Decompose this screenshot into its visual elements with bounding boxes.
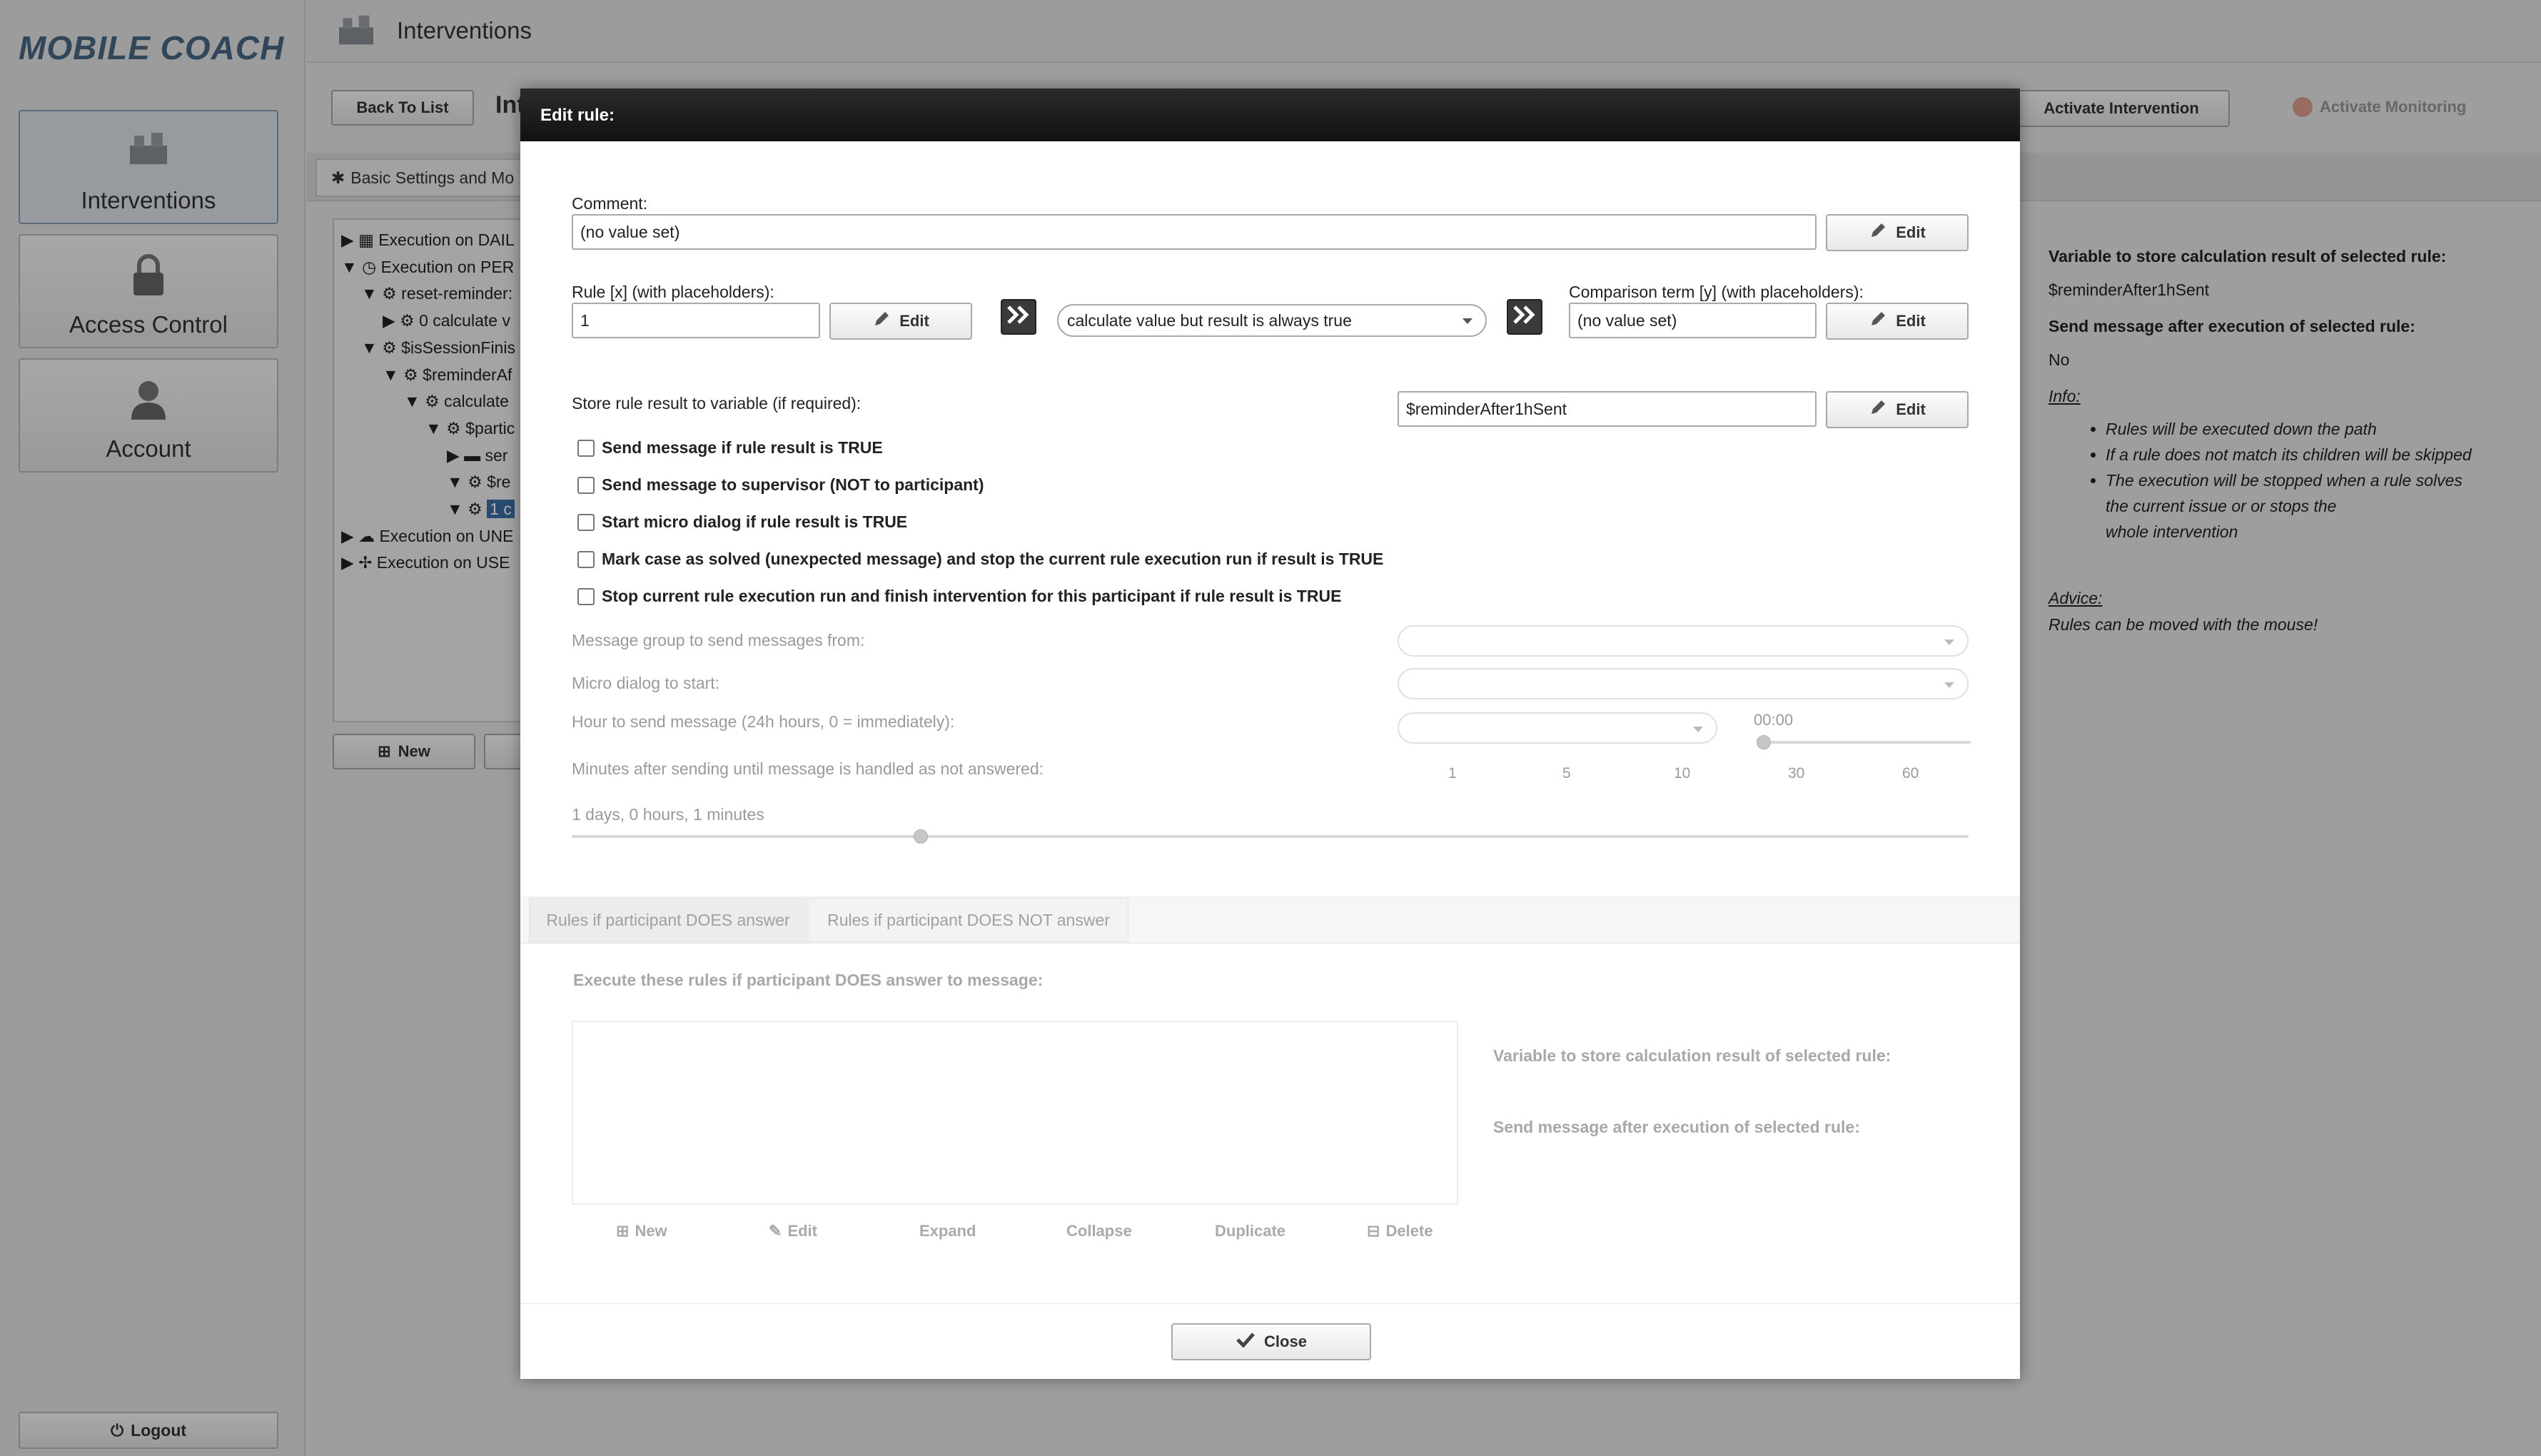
sub-var-label: Variable to store calculation result of …: [1493, 1046, 1891, 1065]
comment-edit-button[interactable]: Edit: [1826, 214, 1969, 251]
send-to-supervisor-checkbox[interactable]: Send message to supervisor (NOT to parti…: [577, 475, 984, 495]
duration-slider-track[interactable]: [572, 835, 1969, 838]
minute-tick[interactable]: 60: [1902, 765, 1919, 782]
rule-edit-button[interactable]: Edit: [829, 303, 972, 340]
chevron-down-icon: [1693, 727, 1703, 732]
pencil-icon: [1869, 310, 1887, 333]
insert-comparison-arrow-button[interactable]: [1507, 299, 1542, 335]
chevron-down-icon: [1944, 682, 1954, 688]
edit-rule-dialog: Edit rule: Comment: (no value set) Edit …: [520, 89, 2020, 1379]
chevron-down-icon: [1463, 318, 1472, 324]
comment-label: Comment:: [572, 194, 648, 213]
tab-does-not-answer[interactable]: Rules if participant DOES NOT answer: [809, 898, 1128, 942]
checkmark-icon: [1236, 1332, 1256, 1352]
duration-slider-handle[interactable]: [914, 829, 929, 844]
tab-does-answer[interactable]: Rules if participant DOES answer: [529, 898, 807, 942]
pencil-icon: [872, 310, 891, 333]
micro-dialog-label: Micro dialog to start:: [572, 674, 720, 692]
minutes-label: Minutes after sending until message is h…: [572, 759, 1044, 778]
hour-label: Hour to send message (24h hours, 0 = imm…: [572, 712, 955, 731]
hour-slider-track[interactable]: [1757, 741, 1971, 744]
sub-duplicate-button[interactable]: Duplicate: [1215, 1222, 1285, 1240]
sub-collapse-button[interactable]: Collapse: [1066, 1222, 1132, 1240]
hour-slider-handle[interactable]: [1757, 735, 1771, 749]
sub-send-label: Send message after execution of selected…: [1493, 1118, 1860, 1136]
comparison-field[interactable]: (no value set): [1569, 303, 1817, 338]
hour-select[interactable]: [1398, 712, 1717, 744]
dialog-title: Edit rule:: [520, 89, 2020, 141]
start-micro-dialog-checkbox[interactable]: Start micro dialog if rule result is TRU…: [577, 512, 907, 532]
send-message-checkbox[interactable]: Send message if rule result is TRUE: [577, 438, 883, 457]
sub-delete-button[interactable]: ⊟ Delete: [1367, 1222, 1433, 1240]
store-label: Store rule result to variable (if requir…: [572, 394, 862, 413]
double-chevron-icon: [1512, 305, 1537, 330]
insert-rule-arrow-button[interactable]: [1001, 299, 1036, 335]
rule-field[interactable]: 1: [572, 303, 820, 338]
duration-text: 1 days, 0 hours, 1 minutes: [572, 805, 764, 824]
close-button[interactable]: Close: [1171, 1323, 1371, 1360]
chevron-down-icon: [1944, 639, 1954, 645]
stop-execution-checkbox[interactable]: Stop current rule execution run and fini…: [577, 587, 1341, 606]
store-edit-button[interactable]: Edit: [1826, 391, 1969, 428]
comment-field[interactable]: (no value set): [572, 214, 1817, 250]
comparison-label: Comparison term [y] (with placeholders):: [1569, 283, 1864, 301]
sub-rules-tree[interactable]: [572, 1021, 1458, 1205]
sub-new-button[interactable]: ⊞ New: [616, 1222, 667, 1240]
execute-label: Execute these rules if participant DOES …: [573, 971, 1044, 989]
pencil-icon: [1869, 398, 1887, 421]
mark-case-solved-checkbox[interactable]: Mark case as solved (unexpected message)…: [577, 550, 1383, 569]
message-group-select[interactable]: [1398, 625, 1969, 657]
minus-icon: ⊟: [1367, 1222, 1380, 1240]
pencil-icon: ✎: [769, 1222, 782, 1240]
store-variable-field[interactable]: $reminderAfter1hSent: [1398, 391, 1817, 427]
minute-tick[interactable]: 10: [1674, 765, 1690, 782]
minute-tick[interactable]: 30: [1788, 765, 1804, 782]
sub-edit-button[interactable]: ✎ Edit: [769, 1222, 817, 1240]
double-chevron-icon: [1006, 305, 1031, 330]
operator-select[interactable]: calculate value but result is always tru…: [1057, 304, 1487, 337]
plus-icon: ⊞: [616, 1222, 630, 1240]
minute-tick[interactable]: 5: [1562, 765, 1571, 782]
minute-tick[interactable]: 1: [1448, 765, 1457, 782]
footer-divider: [520, 1303, 2020, 1304]
sub-expand-button[interactable]: Expand: [919, 1222, 976, 1240]
comparison-edit-button[interactable]: Edit: [1826, 303, 1969, 340]
message-group-label: Message group to send messages from:: [572, 631, 865, 649]
pencil-icon: [1869, 221, 1887, 244]
micro-dialog-select[interactable]: [1398, 668, 1969, 699]
rule-label: Rule [x] (with placeholders):: [572, 283, 774, 301]
hour-value: 00:00: [1754, 711, 1794, 729]
